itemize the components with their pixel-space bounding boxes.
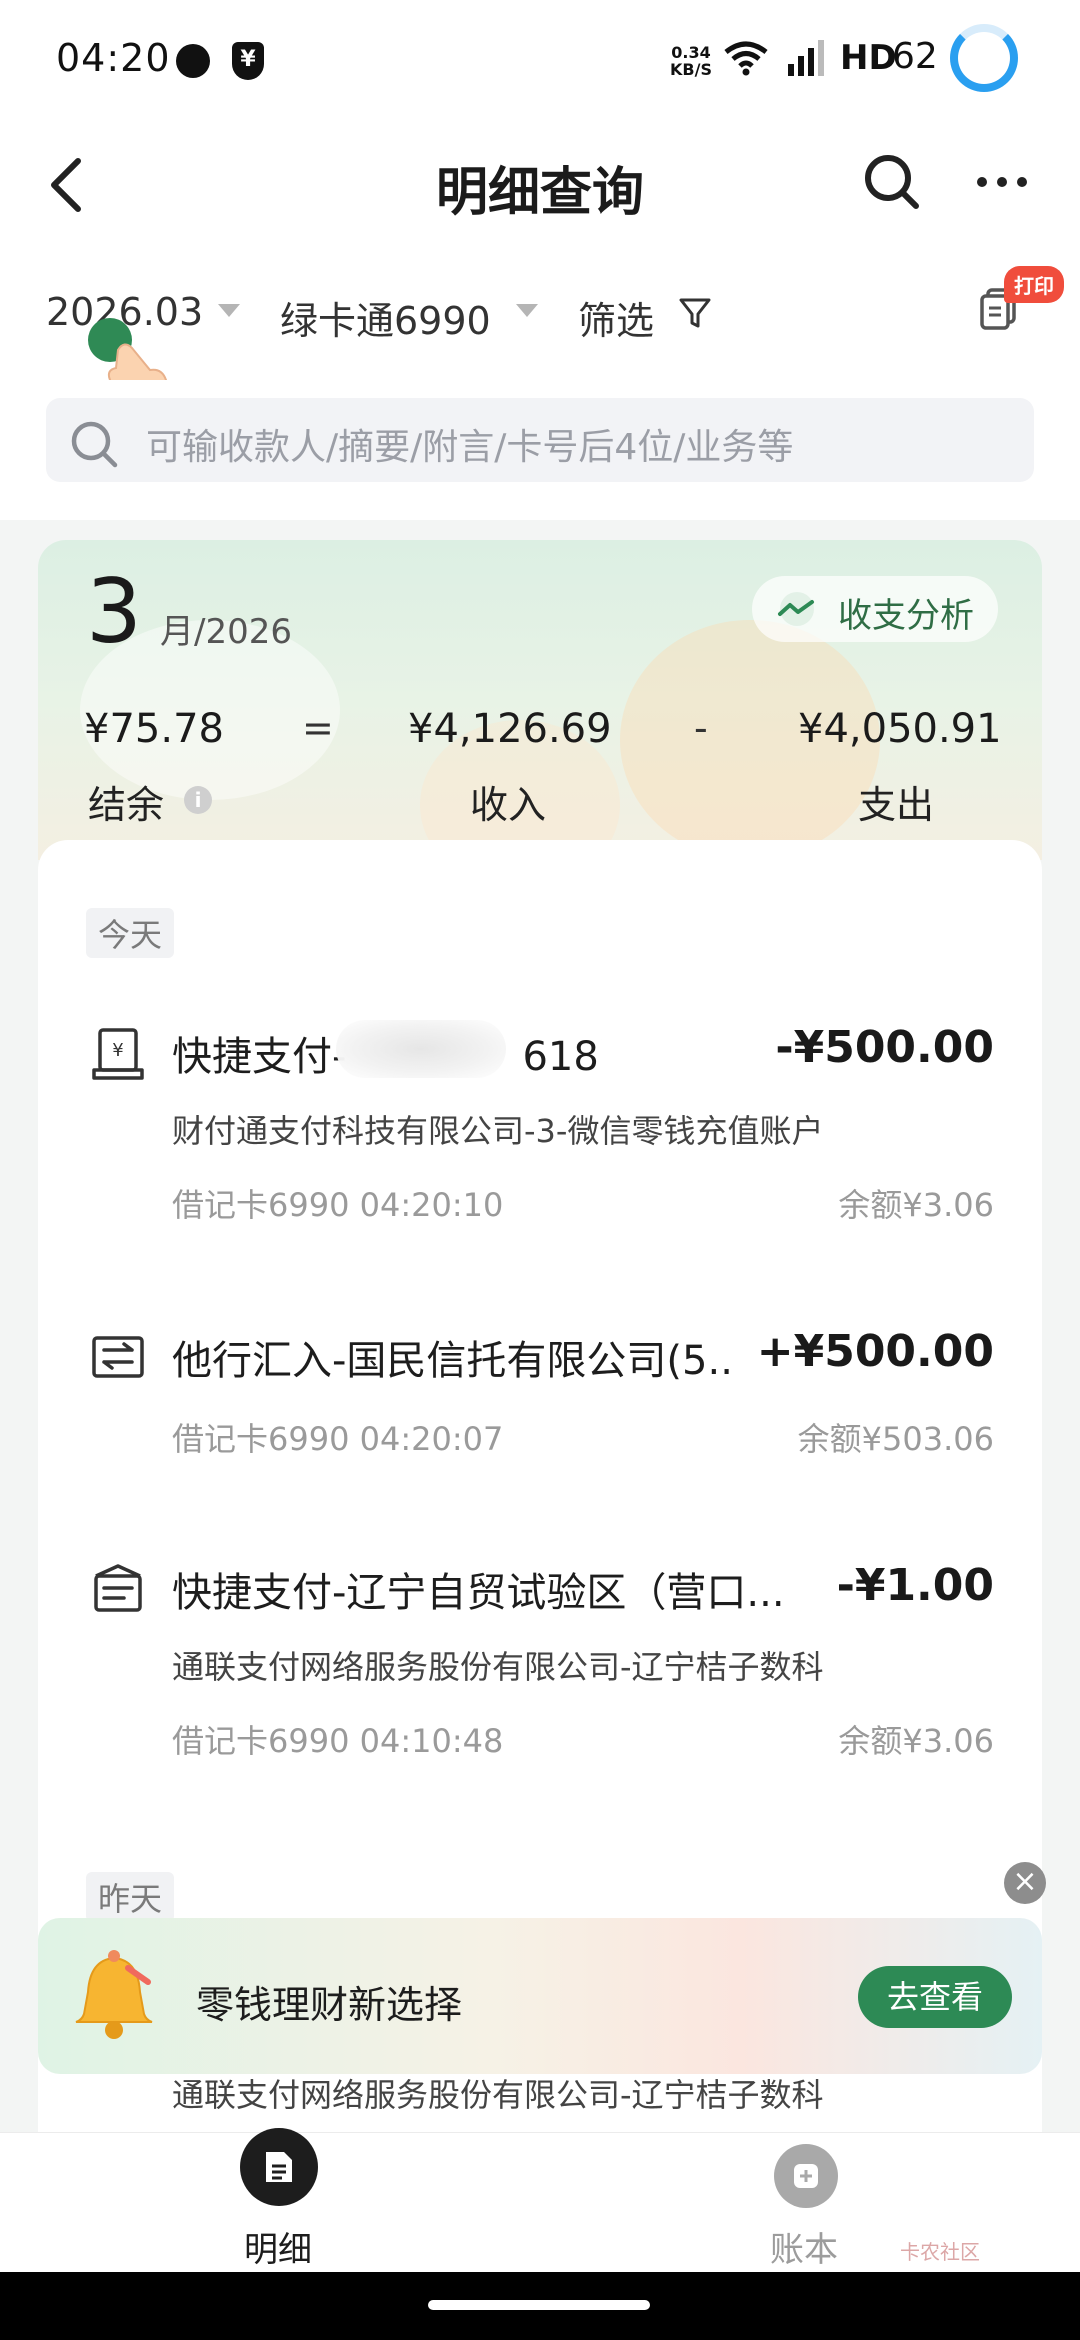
tab-ledger-label[interactable]: 账本 xyxy=(770,2222,838,2271)
expense-amount: ¥4,050.91 xyxy=(798,706,1002,752)
transaction-amount: -¥500.00 xyxy=(775,1022,994,1073)
promo-text: 零钱理财新选择 xyxy=(196,1983,463,2027)
close-icon[interactable]: × xyxy=(1004,1862,1046,1904)
income-amount: ¥4,126.69 xyxy=(408,706,612,752)
hd-indicator: HD xyxy=(840,38,897,78)
summary-month: 3 xyxy=(86,560,142,663)
watermark: 卡农社区 xyxy=(900,2240,980,2264)
receipt-icon: ¥ xyxy=(92,1028,144,1080)
day-label-today: 今天 xyxy=(86,908,175,958)
summary-month-year: 月/2026 xyxy=(160,612,292,652)
status-time: 04:20 xyxy=(56,36,171,80)
funnel-icon[interactable] xyxy=(678,296,712,330)
battery-level: 62 xyxy=(892,36,938,77)
transaction-card-time: 借记卡6990 04:20:07 xyxy=(172,1420,504,1458)
view-button[interactable]: 去查看 xyxy=(858,1966,1012,2028)
shield-notification-icon: ¥ xyxy=(232,42,264,80)
chevron-down-icon xyxy=(516,304,538,317)
transaction-card-time: 借记卡6990 04:20:10 xyxy=(172,1186,504,1224)
analysis-label: 收支分析 xyxy=(838,596,974,636)
transaction-balance: 余额¥3.06 xyxy=(838,1722,994,1760)
minus-sign: - xyxy=(694,706,708,750)
signal-icon xyxy=(788,40,824,76)
chat-notification-icon xyxy=(176,44,210,78)
battery-ring-icon xyxy=(950,24,1018,92)
card-selector[interactable]: 绿卡通6990 xyxy=(280,290,491,345)
bell-icon xyxy=(75,1950,153,2039)
more-icon[interactable] xyxy=(976,172,1028,192)
transaction-balance: 余额¥503.06 xyxy=(797,1420,994,1458)
filter-button[interactable]: 筛选 xyxy=(578,290,654,345)
transaction-description: 通联支付网络服务股份有限公司-辽宁桔子数科 xyxy=(172,2076,824,2114)
ledger-icon xyxy=(794,2164,818,2188)
chevron-down-icon xyxy=(218,304,240,317)
income-label: 收入 xyxy=(470,783,547,827)
svg-text:¥: ¥ xyxy=(112,1040,123,1061)
transaction-description: 通联支付网络服务股份有限公司-辽宁桔子数科 xyxy=(172,1648,824,1686)
search-icon xyxy=(71,421,118,468)
home-indicator[interactable] xyxy=(428,2300,650,2310)
transaction-amount: +¥500.00 xyxy=(756,1326,994,1377)
network-speed: 0.34 KB/S xyxy=(670,43,712,79)
payment-terminal-icon xyxy=(94,1564,142,1612)
transaction-amount: -¥1.00 xyxy=(836,1560,994,1611)
transaction-card-time: 借记卡6990 04:10:48 xyxy=(172,1722,504,1760)
expense-label: 支出 xyxy=(858,783,935,827)
balance-label: 结余 xyxy=(88,783,165,827)
balance-amount: ¥75.78 xyxy=(84,706,224,752)
tab-detail-label[interactable]: 明细 xyxy=(244,2222,312,2271)
transaction-balance: 余额¥3.06 xyxy=(838,1186,994,1224)
search-placeholder: 可输收款人/摘要/附言/卡号后4位/业务等 xyxy=(146,427,794,468)
info-icon[interactable]: i xyxy=(184,786,212,814)
transfer-in-icon xyxy=(92,1336,144,1378)
trend-icon xyxy=(778,592,814,626)
print-badge[interactable]: 打印 xyxy=(1004,266,1064,303)
wifi-icon xyxy=(724,41,768,76)
redacted-blur xyxy=(336,1020,506,1078)
search-icon[interactable] xyxy=(862,152,922,212)
equals-sign: = xyxy=(302,706,334,750)
transaction-description: 财付通支付科技有限公司-3-微信零钱充值账户 xyxy=(172,1112,824,1150)
transaction-title[interactable]: 他行汇入-国民信托有限公司(5... xyxy=(172,1328,732,1386)
day-label-yesterday: 昨天 xyxy=(86,1872,175,1922)
document-icon xyxy=(266,2152,292,2182)
